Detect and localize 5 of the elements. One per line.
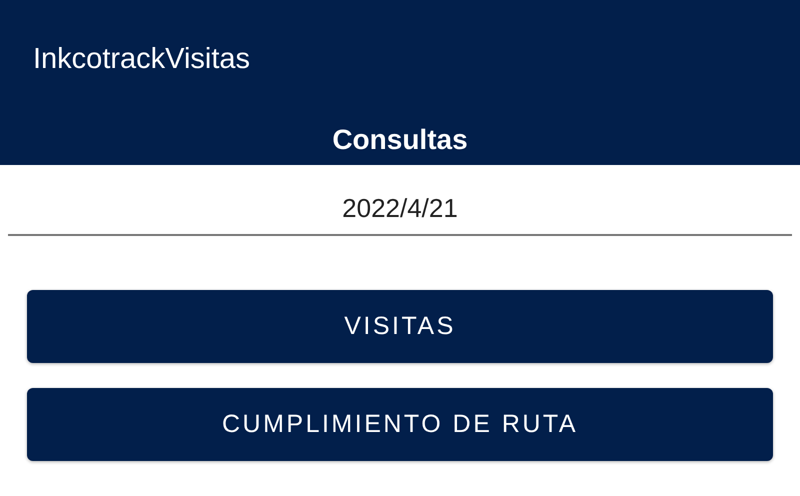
app-title: InkcotrackVisitas xyxy=(33,42,250,76)
menu-button[interactable]: CUMPLIMIENTO DE RUTA xyxy=(27,388,773,461)
page-heading: Consultas xyxy=(332,124,468,156)
menu-button[interactable]: VISITAS xyxy=(27,290,773,363)
date-field[interactable]: 2022/4/21 xyxy=(8,185,792,236)
